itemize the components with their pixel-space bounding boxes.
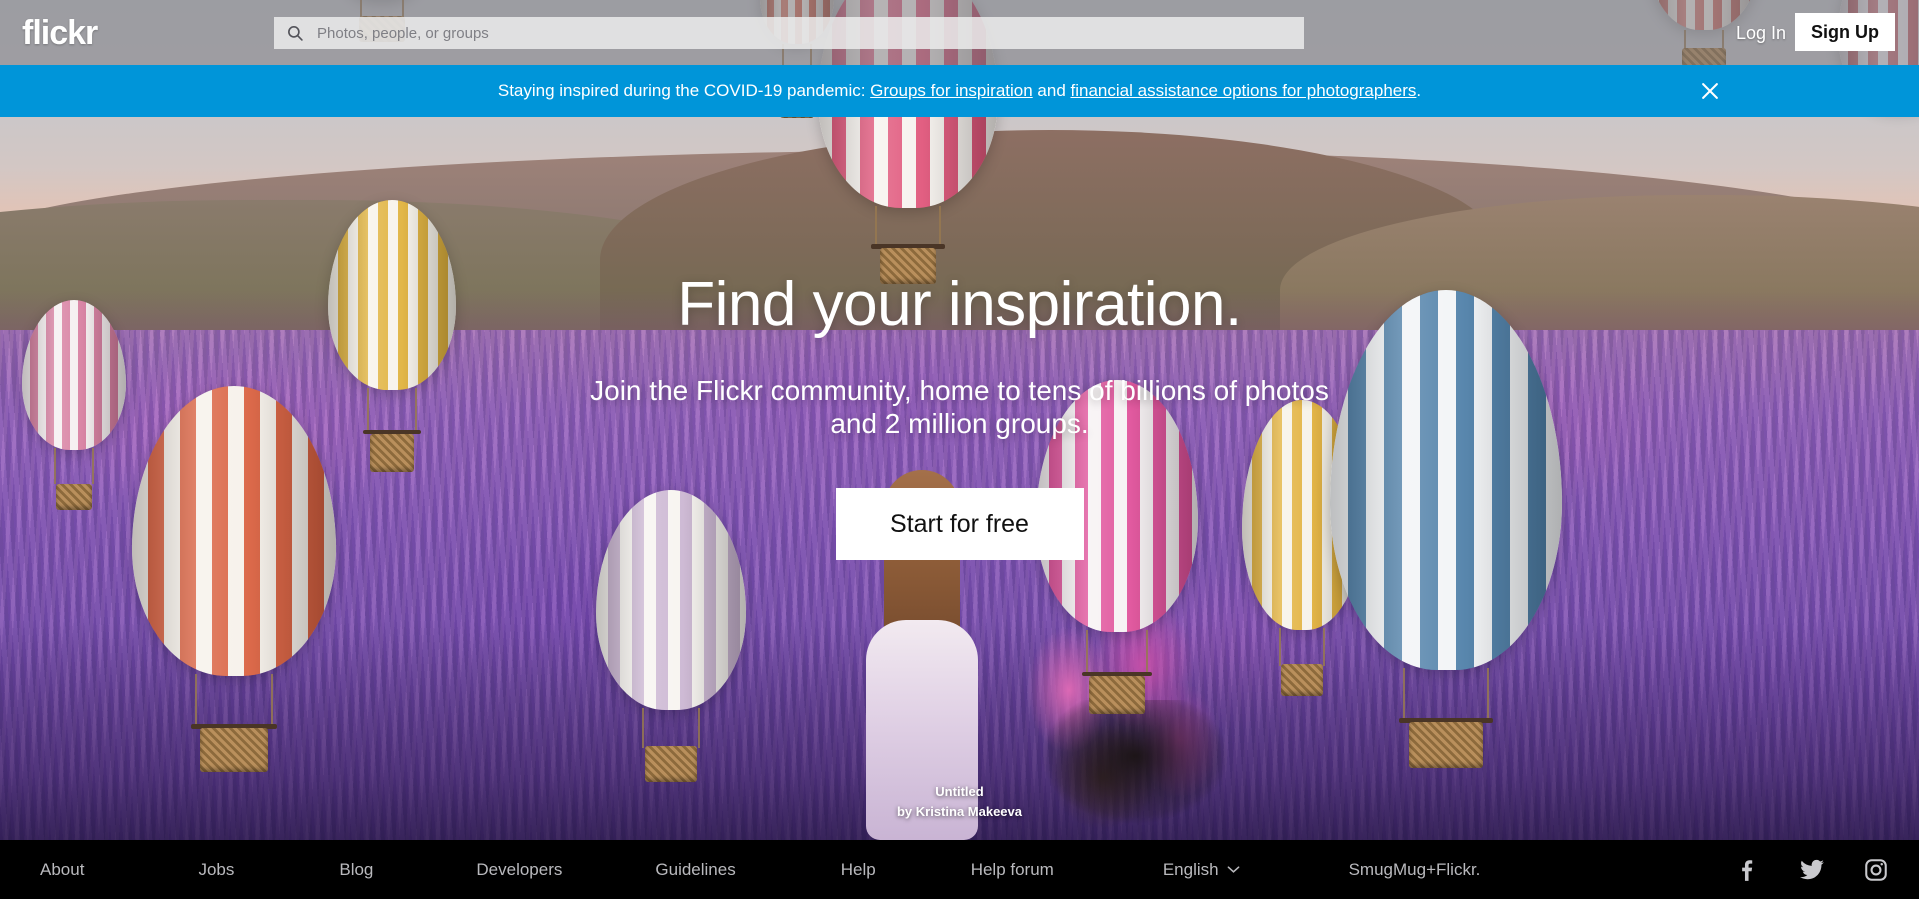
covid-banner: Staying inspired during the COVID-19 pan… bbox=[0, 65, 1919, 117]
twitter-icon[interactable] bbox=[1799, 857, 1825, 883]
language-selector[interactable]: English bbox=[1163, 860, 1240, 880]
footer-link-developers[interactable]: Developers bbox=[476, 860, 562, 880]
instagram-icon[interactable] bbox=[1863, 857, 1889, 883]
site-header: flickr Log In Sign Up bbox=[0, 0, 1919, 65]
photo-title: Untitled bbox=[935, 783, 984, 799]
covid-banner-text: Staying inspired during the COVID-19 pan… bbox=[498, 81, 1421, 101]
hero-section: Find your inspiration. Join the Flickr c… bbox=[0, 117, 1919, 840]
start-for-free-button[interactable]: Start for free bbox=[835, 488, 1084, 561]
language-label: English bbox=[1162, 859, 1219, 879]
search-input[interactable] bbox=[317, 24, 1304, 42]
search-bar[interactable] bbox=[274, 17, 1304, 49]
footer-link-help[interactable]: Help bbox=[841, 860, 876, 880]
hero-subtitle: Join the Flickr community, home to tens … bbox=[590, 375, 1329, 440]
photo-credit: by Kristina Makeeva bbox=[896, 803, 1022, 819]
facebook-icon[interactable] bbox=[1735, 857, 1761, 883]
footer-link-about[interactable]: About bbox=[40, 860, 84, 880]
photo-attribution: Untitled by Kristina Makeeva bbox=[0, 782, 1919, 822]
hero-title: Find your inspiration. bbox=[677, 270, 1242, 339]
site-footer: About Jobs Blog Developers Guidelines He… bbox=[0, 840, 1919, 899]
flickr-homepage: flickr Log In Sign Up Staying inspired d… bbox=[0, 0, 1919, 899]
close-icon bbox=[1702, 83, 1718, 99]
signup-button[interactable]: Sign Up bbox=[1795, 13, 1895, 51]
search-icon bbox=[288, 26, 303, 41]
flickr-logo[interactable]: flickr bbox=[22, 16, 98, 50]
covid-banner-tail: . bbox=[1416, 81, 1422, 100]
footer-link-jobs[interactable]: Jobs bbox=[198, 860, 234, 880]
footer-link-smugmug-flickr[interactable]: SmugMug+Flickr. bbox=[1349, 860, 1481, 880]
login-button[interactable]: Log In bbox=[1736, 17, 1786, 49]
social-links bbox=[1735, 857, 1889, 883]
footer-link-help-forum[interactable]: Help forum bbox=[971, 860, 1054, 880]
chevron-down-icon bbox=[1227, 866, 1239, 873]
footer-link-guidelines[interactable]: Guidelines bbox=[655, 860, 735, 880]
banner-close-button[interactable] bbox=[1697, 78, 1723, 104]
covid-banner-lead: Staying inspired during the COVID-19 pan… bbox=[497, 81, 871, 100]
covid-banner-middle: and bbox=[1032, 81, 1071, 100]
covid-banner-link-financial-assistance[interactable]: financial assistance options for photogr… bbox=[1071, 81, 1417, 100]
covid-banner-link-groups[interactable]: Groups for inspiration bbox=[870, 81, 1033, 100]
footer-link-blog[interactable]: Blog bbox=[339, 860, 373, 880]
